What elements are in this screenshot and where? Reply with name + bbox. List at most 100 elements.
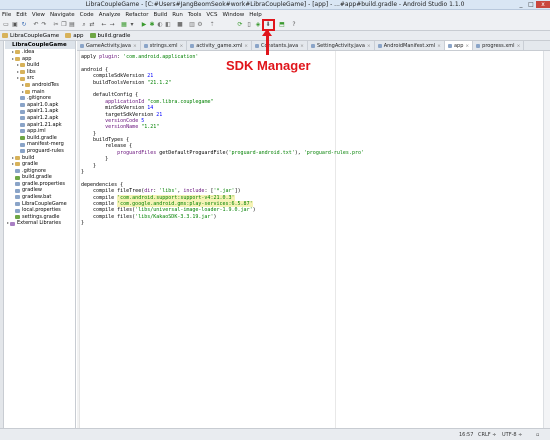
menu-tools[interactable]: Tools <box>188 12 202 18</box>
breadcrumb-module[interactable]: app <box>65 33 84 39</box>
sync-icon[interactable]: ↻ <box>20 21 28 29</box>
run-icon[interactable]: ▶ <box>140 21 148 29</box>
tree-item[interactable]: .gitignore <box>5 168 75 175</box>
breadcrumb-project[interactable]: LibraCoupleGame <box>2 33 59 39</box>
redo-icon[interactable]: ↷ <box>40 21 48 29</box>
debug-icon[interactable]: ✱ <box>148 21 156 29</box>
menu-edit[interactable]: Edit <box>16 12 27 18</box>
close-tab-icon[interactable]: × <box>180 44 184 49</box>
settings-icon[interactable]: ⚙ <box>196 21 204 29</box>
caret-position[interactable]: 16:57 <box>459 432 473 438</box>
menu-navigate[interactable]: Navigate <box>50 12 75 18</box>
menu-build[interactable]: Build <box>153 12 167 18</box>
close-button[interactable]: x <box>536 1 550 8</box>
tree-item[interactable]: build.gradle <box>5 174 75 181</box>
breadcrumb-file[interactable]: build.gradle <box>89 33 130 39</box>
menu-window[interactable]: Window <box>223 12 245 18</box>
tree-item[interactable]: gradle.properties <box>5 181 75 188</box>
tree-item[interactable]: app.iml <box>5 128 75 135</box>
vcs-icon[interactable]: ⇡ <box>208 21 216 29</box>
menu-view[interactable]: View <box>32 12 45 18</box>
help-icon[interactable]: ? <box>290 21 298 29</box>
editor-tab[interactable]: activity_game.xml × <box>187 41 252 50</box>
close-tab-icon[interactable]: × <box>465 44 469 49</box>
stop-icon[interactable]: ■ <box>176 21 184 29</box>
tree-item[interactable]: local.properties <box>5 207 75 214</box>
tree-item[interactable]: .gitignore <box>5 95 75 102</box>
tree-item[interactable]: apair1.1.apk <box>5 108 75 115</box>
editor-tab[interactable]: app × <box>444 41 474 50</box>
tree-item[interactable]: build.gradle <box>5 135 75 142</box>
code-editor[interactable]: apply plugin: 'com.android.application' … <box>77 51 550 428</box>
code-content[interactable]: apply plugin: 'com.android.application' … <box>81 54 364 227</box>
editor-tab[interactable]: GameActivity.java × <box>77 41 141 50</box>
tab-label: SettingActivity.java <box>316 43 365 49</box>
line-separator[interactable]: CRLF ÷ <box>478 432 496 438</box>
tree-item[interactable]: apair1.21.apk <box>5 122 75 129</box>
make-project-icon[interactable]: ▦ <box>120 21 128 29</box>
maximize-button[interactable]: □ <box>526 1 536 8</box>
tree-item[interactable]: manifest-merg <box>5 141 75 148</box>
tree-item[interactable]: ▸ .idea <box>5 49 75 56</box>
tree-item[interactable]: LibraCoupleGame <box>5 201 75 208</box>
close-tab-icon[interactable]: × <box>300 44 304 49</box>
menu-run[interactable]: Run <box>172 12 183 18</box>
menu-help[interactable]: Help <box>249 12 262 18</box>
menu-code[interactable]: Code <box>80 12 94 18</box>
tree-item[interactable]: proguard-rules <box>5 148 75 155</box>
menu-file[interactable]: File <box>2 12 11 18</box>
copy-icon[interactable]: ❐ <box>60 21 68 29</box>
tree-item[interactable]: ▸ build <box>5 155 75 162</box>
tree-item[interactable]: gradlew <box>5 187 75 194</box>
coverage-icon[interactable]: ◧ <box>164 21 172 29</box>
editor-tab[interactable]: SettingActivity.java × <box>308 41 375 50</box>
tree-item[interactable]: apair1.0.apk <box>5 102 75 109</box>
code-token: 21 <box>156 111 163 118</box>
tree-item[interactable]: ▸ External Libraries <box>5 220 75 227</box>
editor-tab[interactable]: Constants.java × <box>252 41 308 50</box>
tree-item[interactable]: ▸ libs <box>5 69 75 76</box>
editor-tab[interactable]: strings.xml × <box>141 41 188 50</box>
tree-item[interactable]: ▸ gradle <box>5 161 75 168</box>
file-encoding[interactable]: UTF-8 ÷ <box>502 432 522 438</box>
run-config-icon[interactable]: ▾ <box>128 21 136 29</box>
gradle-sync-icon[interactable]: ⟳ <box>236 21 244 29</box>
close-tab-icon[interactable]: × <box>367 44 371 49</box>
project-structure-icon[interactable]: ▥ <box>188 21 196 29</box>
tree-item[interactable]: apair1.2.apk <box>5 115 75 122</box>
undo-icon[interactable]: ↶ <box>32 21 40 29</box>
avd-manager-icon[interactable]: ▯ <box>245 21 253 29</box>
tree-item[interactable]: settings.gradle <box>5 214 75 221</box>
menu-refactor[interactable]: Refactor <box>125 12 148 18</box>
tree-item[interactable]: ▸ main <box>5 89 75 96</box>
lock-icon[interactable]: ▫ <box>536 432 539 438</box>
editor-tab[interactable]: AndroidManifest.xml × <box>375 41 445 50</box>
project-root[interactable]: LibraCoupleGame <box>5 41 75 49</box>
close-tab-icon[interactable]: × <box>517 44 521 49</box>
tree-item[interactable]: ▸ app <box>5 56 75 63</box>
tree-item[interactable]: gradlew.bat <box>5 194 75 201</box>
forward-icon[interactable]: → <box>108 21 116 29</box>
android-icon[interactable]: ⬒ <box>278 21 286 29</box>
editor-tab[interactable]: progress.xml × <box>473 41 525 50</box>
tree-item[interactable]: ▸ build <box>5 62 75 69</box>
device-monitor-icon[interactable]: ◈ <box>254 21 262 29</box>
open-folder-icon[interactable]: ▭ <box>2 21 10 29</box>
annotation-arrowhead <box>262 29 272 36</box>
tree-item[interactable]: ▸ src <box>5 75 75 82</box>
save-all-icon[interactable]: ▣ <box>11 21 19 29</box>
tree-item[interactable]: ▸ androidTes <box>5 82 75 89</box>
paste-icon[interactable]: ▤ <box>68 21 76 29</box>
main-toolbar: ▭ ▣ ↻ ↶ ↷ ✂ ❐ ▤ ⌕ ⇄ ← → ▦ ▾ ▶ ✱ ◐ ◧ ■ ▥ … <box>0 19 550 31</box>
find-icon[interactable]: ⌕ <box>80 21 88 29</box>
close-tab-icon[interactable]: × <box>437 44 441 49</box>
cut-icon[interactable]: ✂ <box>52 21 60 29</box>
menu-analyze[interactable]: Analyze <box>99 12 121 18</box>
minimize-button[interactable]: _ <box>516 1 526 8</box>
menu-vcs[interactable]: VCS <box>206 12 217 18</box>
attach-debugger-icon[interactable]: ◐ <box>156 21 164 29</box>
close-tab-icon[interactable]: × <box>133 44 137 49</box>
replace-icon[interactable]: ⇄ <box>88 21 96 29</box>
close-tab-icon[interactable]: × <box>244 44 248 49</box>
back-icon[interactable]: ← <box>100 21 108 29</box>
